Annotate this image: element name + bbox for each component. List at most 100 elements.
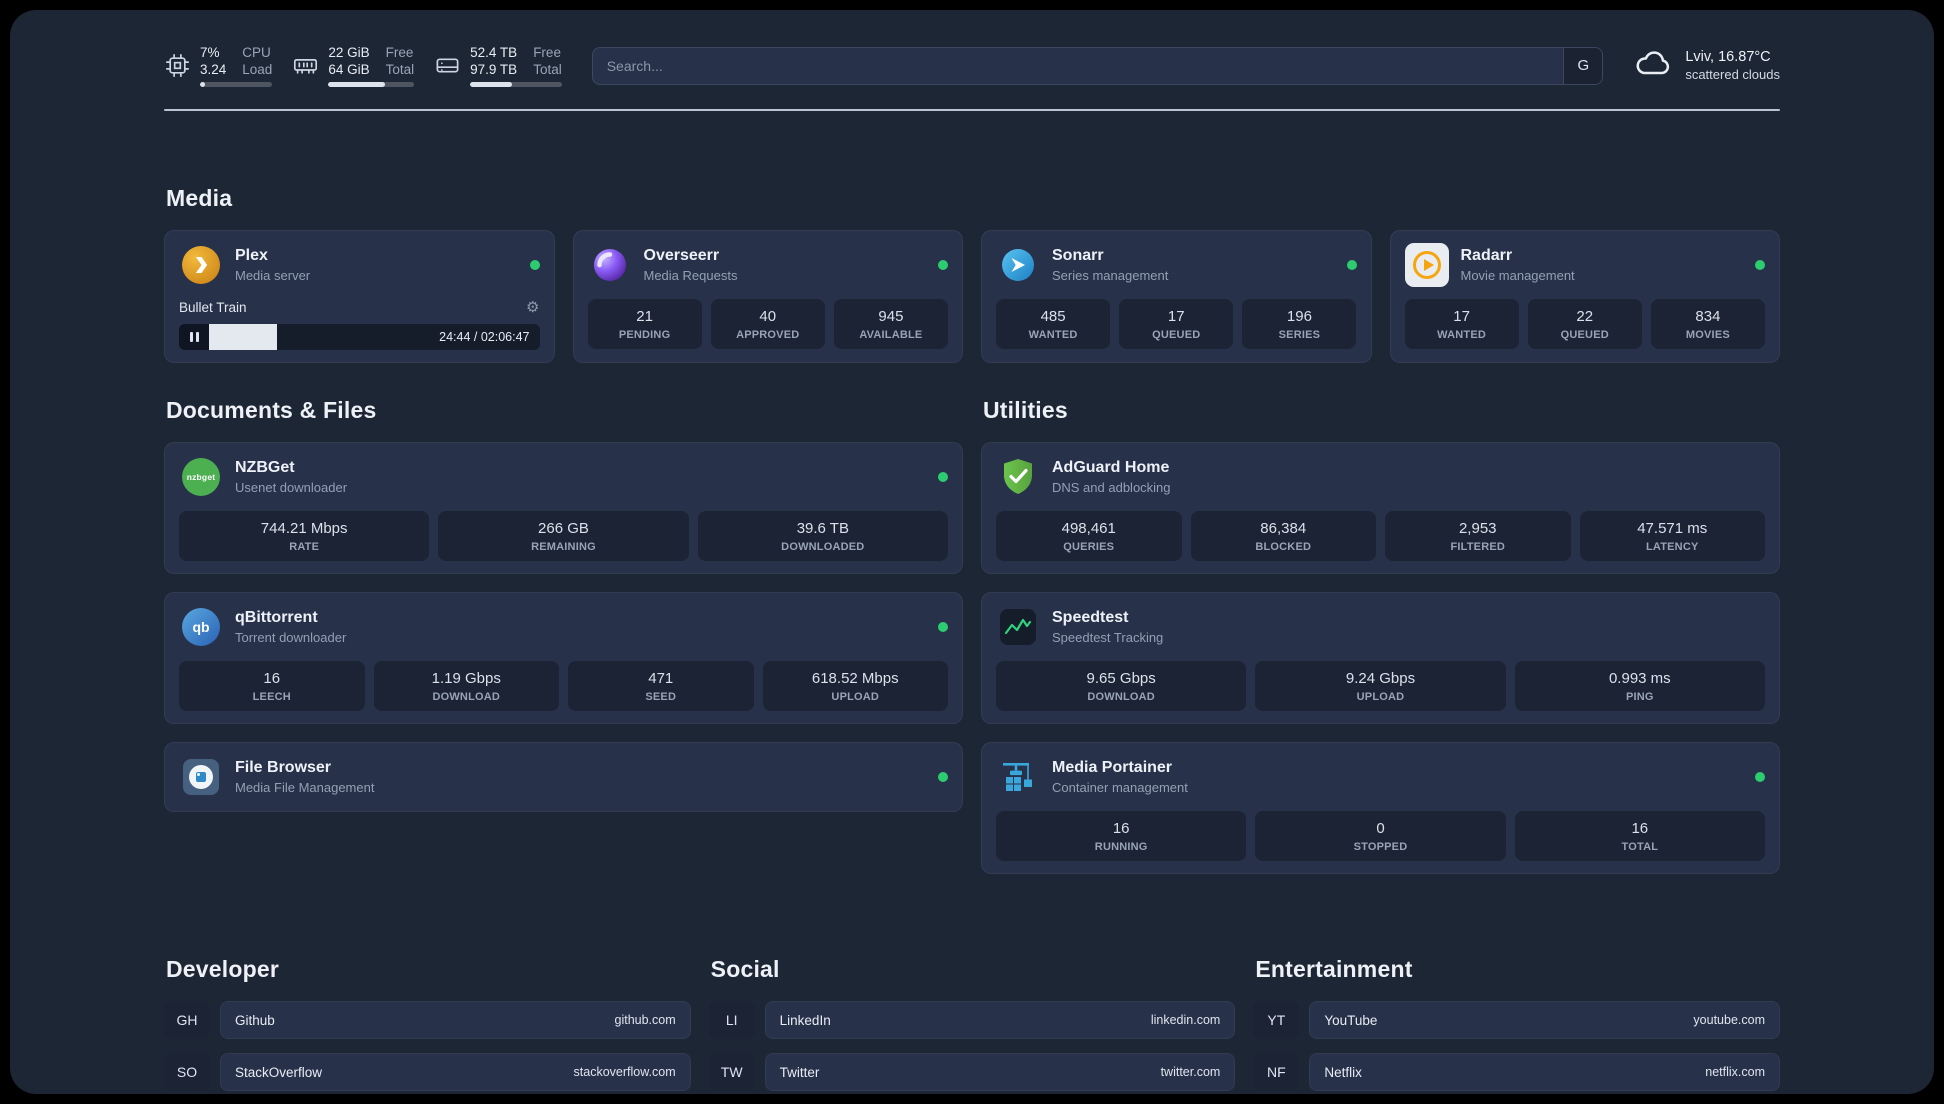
service-subtitle: Media Requests (643, 268, 738, 283)
service-name: Media Portainer (1052, 759, 1173, 776)
plex-card: Plex Media server Bullet Train ⚙ 24:44 /… (164, 230, 555, 363)
nzbget-icon: nzbget (179, 455, 223, 499)
stat-box: 9.24 Gbps UPLOAD (1255, 661, 1506, 711)
nzbget-card: nzbget NZBGet Usenet downloader 744.21 M… (164, 442, 963, 574)
filebrowser-card: File Browser Media File Management (164, 742, 963, 812)
service-subtitle: Series management (1052, 268, 1169, 283)
status-dot (1755, 260, 1765, 270)
portainer-stats: 16 RUNNING 0 STOPPED 16 TOTAL (996, 811, 1765, 861)
section-documents: Documents & Files nzbget NZBGet Usenet d… (164, 397, 963, 812)
overseerr-stats: 21 PENDING 40 APPROVED 945 AVAILABLE (587, 299, 949, 349)
service-subtitle: DNS and adblocking (1052, 480, 1171, 495)
sonarr-link[interactable]: Sonarr Series management (996, 243, 1357, 287)
speedtest-card: Speedtest Speedtest Tracking 9.65 Gbps D… (981, 592, 1780, 724)
bookmark-twitter: TW Twitter twitter.com (708, 1053, 1236, 1091)
weather-widget: Lviv, 16.87°C scattered clouds (1633, 48, 1780, 83)
stat-box: 0.993 ms PING (1514, 661, 1765, 711)
plex-link[interactable]: Plex Media server (179, 243, 540, 287)
service-name: NZBGet (235, 459, 295, 476)
portainer-icon (996, 755, 1040, 799)
stat-box: 0 STOPPED (1255, 811, 1506, 861)
stat-box: 86,384 BLOCKED (1190, 511, 1376, 561)
service-subtitle: Usenet downloader (235, 480, 348, 495)
radarr-card: Radarr Movie management 17 WANTED 22 QUE… (1389, 230, 1780, 363)
bookmark-link[interactable]: Netflix netflix.com (1309, 1053, 1780, 1091)
stat-box: 2,953 FILTERED (1385, 511, 1571, 561)
nzbget-stats: 744.21 Mbps RATE 266 GB REMAINING 39.6 T… (179, 511, 948, 561)
section-social: Social LI LinkedIn linkedin.com TW Twitt… (708, 956, 1236, 1094)
qbittorrent-stats: 16 LEECH 1.19 Gbps DOWNLOAD 471 SEED 618… (179, 661, 948, 711)
cpu-load: 3.24 (200, 62, 227, 77)
nzbget-link[interactable]: nzbget NZBGet Usenet downloader (179, 455, 948, 499)
filebrowser-link[interactable]: File Browser Media File Management (179, 755, 948, 799)
pause-button[interactable] (179, 324, 209, 350)
section-title-social: Social (710, 956, 780, 982)
bookmark-link[interactable]: LinkedIn linkedin.com (764, 1001, 1236, 1039)
stat-box: 834 MOVIES (1650, 299, 1765, 349)
memory-free-label: Free (385, 45, 414, 60)
stat-box: 744.21 Mbps RATE (179, 511, 430, 561)
search-box: G (591, 46, 1604, 85)
adguard-card: AdGuard Home DNS and adblocking 498,461 … (981, 442, 1780, 574)
qbittorrent-card: qb qBittorrent Torrent downloader 16 LEE… (164, 592, 963, 724)
bookmark-abbr: NF (1253, 1053, 1300, 1091)
bookmark-stackoverflow: SO StackOverflow stackoverflow.com (164, 1053, 691, 1091)
bookmark-linkedin: LI LinkedIn linkedin.com (708, 1001, 1236, 1039)
radarr-icon (1404, 243, 1449, 287)
player-progress[interactable]: 24:44 / 02:06:47 (179, 324, 540, 350)
cpu-percent: 7% (200, 45, 220, 60)
cpu-load-label: Load (242, 62, 273, 77)
bookmark-abbr: LI (708, 1001, 755, 1039)
service-subtitle: Media File Management (235, 780, 375, 795)
stat-box: 21 PENDING (587, 299, 702, 349)
cpu-widget: 7% CPU 3.24 Load (164, 44, 273, 87)
player-time: 24:44 / 02:06:47 (439, 330, 530, 344)
section-entertainment: Entertainment YT YouTube youtube.com NF … (1253, 956, 1780, 1094)
search-provider-button[interactable]: G (1563, 47, 1603, 84)
qbittorrent-link[interactable]: qb qBittorrent Torrent downloader (179, 605, 948, 649)
stat-box: 266 GB REMAINING (438, 511, 689, 561)
radarr-link[interactable]: Radarr Movie management (1404, 243, 1765, 287)
bookmark-abbr: SO (164, 1053, 210, 1091)
memory-total-label: Total (385, 62, 415, 77)
service-subtitle: Container management (1052, 780, 1188, 795)
speedtest-link[interactable]: Speedtest Speedtest Tracking (996, 605, 1765, 649)
bookmark-link[interactable]: YouTube youtube.com (1309, 1001, 1780, 1039)
disk-total: 97.9 TB (470, 62, 518, 77)
portainer-link[interactable]: Media Portainer Container management (996, 755, 1765, 799)
adguard-stats: 498,461 QUERIES 86,384 BLOCKED 2,953 FIL… (996, 511, 1765, 561)
stat-box: 40 APPROVED (710, 299, 825, 349)
service-name: Overseerr (643, 247, 720, 264)
search-input[interactable] (591, 46, 1604, 85)
dashboard: 7% CPU 3.24 Load 22 GiB Free 64 GiB Tota… (10, 10, 1934, 1094)
memory-icon (292, 52, 319, 79)
filebrowser-icon (179, 755, 223, 799)
memory-free: 22 GiB (328, 45, 370, 60)
bookmark-link[interactable]: StackOverflow stackoverflow.com (220, 1053, 691, 1091)
service-name: qBittorrent (235, 609, 318, 626)
service-name: Sonarr (1052, 247, 1104, 264)
bookmark-link[interactable]: Twitter twitter.com (764, 1053, 1236, 1091)
section-title-media: Media (166, 185, 233, 211)
memory-total: 64 GiB (328, 62, 370, 77)
section-title-utilities: Utilities (983, 397, 1068, 423)
stat-box: 16 RUNNING (996, 811, 1247, 861)
stat-box: 17 WANTED (1404, 299, 1519, 349)
status-dot (938, 772, 948, 782)
memory-widget: 22 GiB Free 64 GiB Total (292, 44, 415, 87)
disk-total-label: Total (533, 62, 562, 77)
stat-box: 1.19 Gbps DOWNLOAD (373, 661, 559, 711)
bookmark-netflix: NF Netflix netflix.com (1253, 1053, 1780, 1091)
bookmark-link[interactable]: Github github.com (220, 1001, 691, 1039)
sonarr-icon (996, 243, 1040, 287)
adguard-link[interactable]: AdGuard Home DNS and adblocking (996, 455, 1765, 499)
stat-box: 471 SEED (568, 661, 754, 711)
stat-box: 22 QUEUED (1527, 299, 1642, 349)
overseerr-link[interactable]: Overseerr Media Requests (588, 243, 948, 287)
stat-box: 498,461 QUERIES (996, 511, 1182, 561)
radarr-stats: 17 WANTED 22 QUEUED 834 MOVIES (1404, 299, 1766, 349)
disk-free: 52.4 TB (470, 45, 518, 60)
section-title-entertainment: Entertainment (1255, 956, 1413, 982)
service-subtitle: Movie management (1460, 268, 1575, 283)
player-settings-icon[interactable]: ⚙ (526, 298, 539, 316)
